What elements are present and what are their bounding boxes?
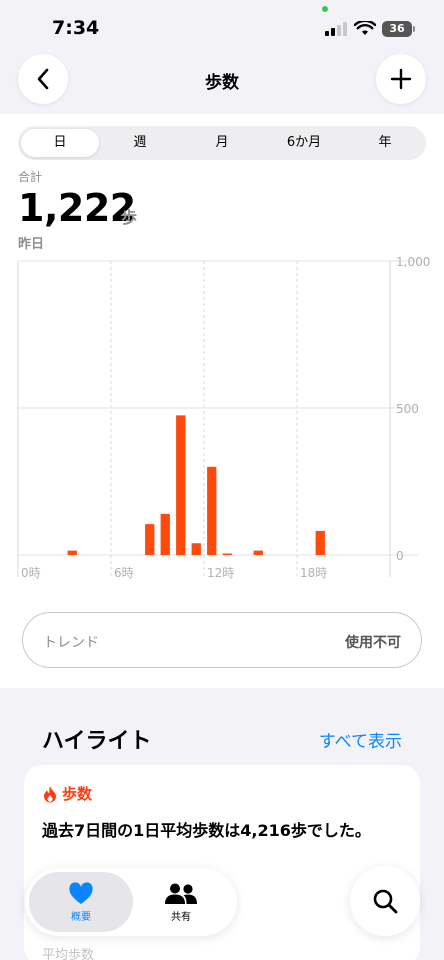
plus-icon [390,68,412,90]
status-time: 7:34 [52,17,100,39]
highlight-card-header: 歩数 [42,783,92,804]
x-tick-label: 0時 [21,566,41,580]
bar [191,543,201,555]
status-bar: 7:34 36 [0,0,444,52]
bar [315,530,325,555]
tab-sharing-label: 共有 [171,912,191,923]
segment-6-months[interactable]: 6か月 [265,129,343,157]
highlights-heading: ハイライト [42,729,152,754]
y-tick-label: 0 [396,549,404,563]
x-tick-label: 18時 [300,566,327,580]
cellular-signal-icon [325,22,347,36]
total-unit: 歩 [121,208,138,227]
privacy-indicator [322,6,328,12]
bar [176,415,186,555]
flame-icon [44,785,56,802]
search-button[interactable] [350,866,420,936]
trend-value: 使用不可 [345,635,401,651]
heart-icon [69,882,93,904]
search-icon [373,889,398,914]
total-label: 合計 [18,170,43,184]
y-tick-label: 1,000 [396,255,430,269]
segment-week[interactable]: 週 [101,129,179,157]
y-tick-label: 500 [396,402,419,416]
tab-summary[interactable]: 概要 [29,872,133,932]
highlight-card-title: 歩数 [62,785,93,803]
segment-year[interactable]: 年 [347,129,423,157]
people-icon [165,883,197,904]
tab-sharing[interactable]: 共有 [129,872,233,932]
x-tick-label: 6時 [114,566,134,580]
tab-summary-label: 概要 [71,912,91,923]
trend-label: トレンド [43,635,99,651]
total-value: 1,222 [18,186,136,230]
segment-day[interactable]: 日 [21,129,99,157]
add-data-button[interactable] [376,54,426,104]
wifi-icon [354,21,376,35]
bar [67,550,77,555]
battery-icon: 36 [382,21,415,37]
see-all-link[interactable]: すべて表示 [319,727,402,752]
bar [207,466,217,555]
steps-bar-chart[interactable]: 1,000 500 0 0時 6時 12時 18時 [0,250,444,590]
highlight-card-text: 過去7日間の1日平均歩数は4,216歩でした。 [42,821,371,840]
bar [222,553,232,556]
bar [160,513,170,555]
trend-row[interactable]: トレンド 使用不可 [22,612,422,668]
time-range-segmented-control: 日 週 月 6か月 年 [18,126,426,160]
tab-bar: 概要 共有 [25,868,237,936]
bar [253,550,263,555]
x-tick-label: 12時 [207,566,234,580]
highlight-sub-label: 平均歩数 [42,948,95,960]
segment-month[interactable]: 月 [183,129,261,157]
bar [145,524,155,555]
